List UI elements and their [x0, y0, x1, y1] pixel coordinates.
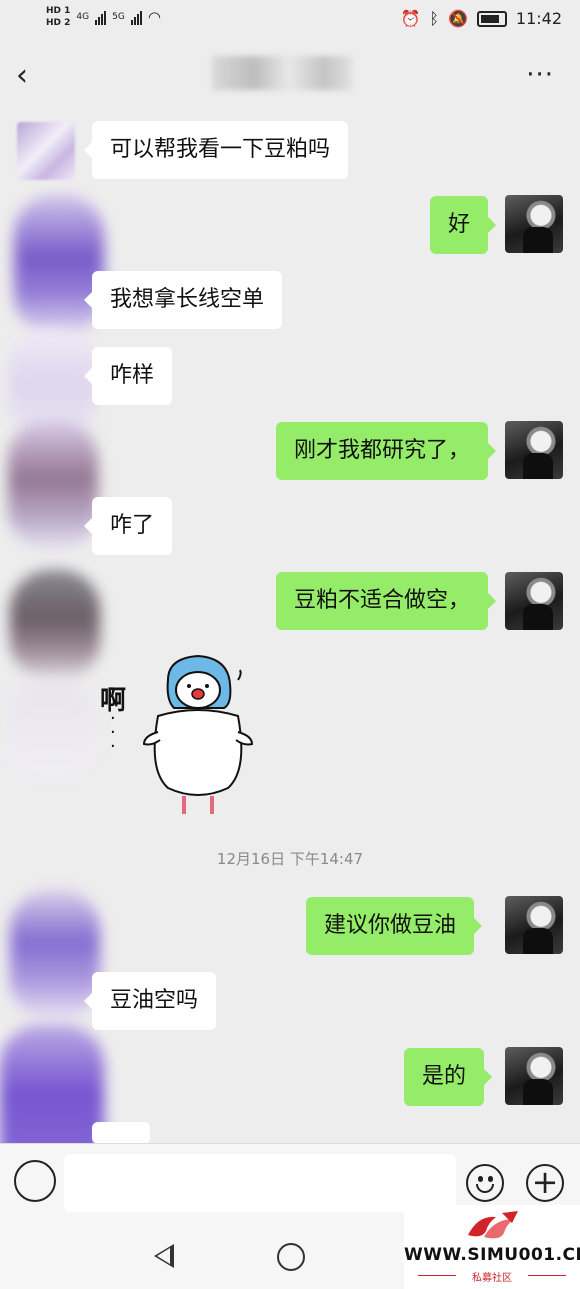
- message-text: 咋了: [110, 513, 155, 538]
- signal-icon-2: [130, 9, 142, 25]
- status-right: ⏰ ᛒ 🔕 11:42: [400, 9, 562, 28]
- chat-timestamp: 12月16日 下午14:47: [216, 850, 364, 868]
- message-text: 刚才我都研究了，: [294, 438, 471, 463]
- alarm-icon: ⏰: [400, 9, 421, 28]
- my-avatar[interactable]: [505, 421, 563, 479]
- my-avatar[interactable]: [505, 572, 563, 630]
- nav-back-icon[interactable]: [154, 1244, 174, 1268]
- nav-home-icon[interactable]: [277, 1243, 305, 1271]
- battery-icon: [476, 10, 507, 27]
- message-bubble-outgoing[interactable]: 刚才我都研究了，: [276, 422, 497, 480]
- clock-time: 11:42: [515, 9, 562, 28]
- signal-icon: [95, 9, 107, 25]
- message-bubble-outgoing[interactable]: 好: [430, 196, 497, 254]
- message-text: 可以帮我看一下豆粕吗: [110, 137, 331, 162]
- sim-labels: HD 1 HD 2: [46, 6, 70, 28]
- message-text: 豆粕不适合做空，: [294, 588, 471, 613]
- network-5g-label: 5G: [112, 12, 125, 22]
- more-dots-icon[interactable]: ···: [526, 62, 554, 88]
- emoji-mouth: [476, 1184, 494, 1193]
- watermark-logo-icon: [468, 1211, 518, 1239]
- message-bubble-incoming-partial[interactable]: [92, 1122, 150, 1144]
- message-bubble-outgoing[interactable]: 是的: [404, 1048, 493, 1106]
- voice-icon[interactable]: [14, 1160, 56, 1202]
- message-bubble-incoming[interactable]: 咋样: [83, 347, 173, 405]
- contact-avatar[interactable]: [17, 122, 75, 180]
- emoji-eye: [478, 1176, 483, 1182]
- message-bubble-incoming[interactable]: 可以帮我看一下豆粕吗: [83, 121, 349, 179]
- message-bubble-incoming[interactable]: 我想拿长线空单: [83, 271, 283, 329]
- plus-icon[interactable]: +: [526, 1164, 564, 1202]
- watermark-divider: [528, 1275, 566, 1276]
- sim2-label: HD 2: [46, 18, 71, 28]
- watermark-url: WWW.SIMU001.CN: [404, 1245, 580, 1265]
- blurred-avatar-smear: [10, 570, 100, 680]
- message-text: 我想拿长线空单: [110, 287, 265, 312]
- wifi-icon: ◠: [147, 8, 161, 26]
- sticker-duck[interactable]: 啊 · · ·: [98, 650, 258, 820]
- status-bar: HD 1 HD 2 4G 5G ◠ ⏰ ᛒ 🔕 11:42: [0, 0, 580, 42]
- chat-header: ‹ ···: [0, 42, 580, 110]
- message-text: 豆油空吗: [110, 988, 199, 1013]
- duck-illustration: [142, 654, 254, 814]
- emoji-eye: [488, 1176, 493, 1182]
- message-text: 好: [448, 212, 471, 237]
- message-bubble-incoming[interactable]: 咋了: [83, 497, 173, 555]
- my-avatar[interactable]: [505, 195, 563, 253]
- watermark: WWW.SIMU001.CN 私募社区: [404, 1205, 580, 1289]
- message-text: 咋样: [110, 363, 155, 388]
- chevron-left-icon[interactable]: ‹: [16, 58, 44, 94]
- mute-bell-icon: 🔕: [447, 9, 468, 28]
- bluetooth-icon: ᛒ: [429, 9, 439, 28]
- message-text: 是的: [422, 1064, 467, 1089]
- blurred-contact-name: [212, 56, 352, 90]
- message-bubble-incoming[interactable]: 豆油空吗: [83, 972, 217, 1030]
- network-4g-label: 4G: [76, 12, 90, 22]
- message-bubble-outgoing[interactable]: 建议你做豆油: [306, 897, 483, 955]
- my-avatar[interactable]: [505, 1047, 563, 1105]
- message-input[interactable]: [64, 1154, 456, 1212]
- my-avatar[interactable]: [505, 896, 563, 954]
- message-text: 建议你做豆油: [324, 913, 457, 938]
- status-left: HD 1 HD 2 4G 5G ◠: [46, 6, 161, 28]
- emoji-icon[interactable]: [466, 1164, 504, 1202]
- blurred-avatar-smear: [14, 195, 104, 335]
- message-bubble-outgoing[interactable]: 豆粕不适合做空，: [276, 572, 497, 630]
- sim1-label: HD 1: [46, 6, 71, 16]
- blurred-avatar-smear: [6, 680, 96, 780]
- watermark-subtitle: 私募社区: [472, 1273, 512, 1284]
